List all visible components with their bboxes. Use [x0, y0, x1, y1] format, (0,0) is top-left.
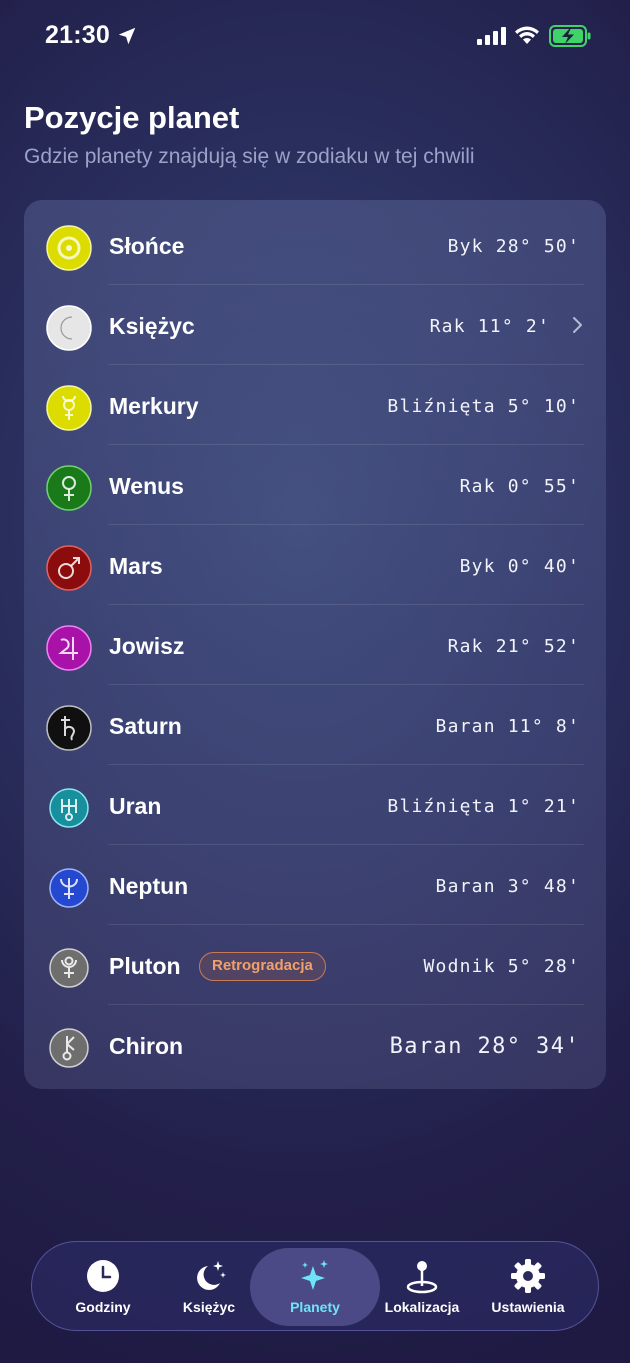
tab-label: Ustawienia — [491, 1299, 565, 1315]
saturn-icon — [46, 705, 92, 751]
tab-label: Księżyc — [182, 1299, 236, 1315]
retrograde-badge: Retrogradacja — [199, 952, 326, 981]
planet-row-pluto[interactable]: Pluton Retrogradacja Wodnik 5° 28' — [24, 925, 606, 1005]
moon-stars-icon — [197, 1261, 226, 1290]
planet-position: Byk 28° 50' — [447, 236, 580, 257]
planet-position: Bliźnięta 1° 21' — [387, 796, 580, 817]
planet-row-moon[interactable]: Księżyc Rak 11° 2' — [24, 285, 606, 365]
planet-row-saturn[interactable]: Saturn Baran 11° 8' — [24, 685, 606, 765]
planet-row-neptune[interactable]: Neptun Baran 3° 48' — [24, 845, 606, 925]
tab-godziny[interactable]: Godziny — [48, 1242, 158, 1330]
planet-name: Uran — [109, 793, 162, 819]
planet-name: Saturn — [109, 713, 182, 739]
moon-icon — [46, 305, 92, 351]
wifi-icon — [515, 26, 539, 44]
pluto-icon — [49, 948, 89, 988]
planet-row-mars[interactable]: Mars Byk 0° 40' — [24, 525, 606, 605]
location-pin-icon — [406, 1261, 438, 1294]
planet-row-venus[interactable]: Wenus Rak 0° 55' — [24, 445, 606, 525]
jupiter-icon — [46, 625, 92, 671]
planet-name: Chiron — [109, 1033, 184, 1059]
page-title: Pozycje planet — [24, 100, 240, 135]
location-arrow-icon — [118, 27, 136, 45]
planet-row-jupiter[interactable]: Jowisz Rak 21° 52' — [24, 605, 606, 685]
planet-position: Rak 21° 52' — [447, 636, 580, 657]
mars-icon — [46, 545, 92, 591]
planet-name: Słońce — [109, 233, 185, 259]
planet-position: Rak 0° 55' — [459, 476, 580, 497]
status-bar: 21:30 — [0, 0, 630, 72]
planet-row-chiron[interactable]: Chiron Baran 28° 34' — [24, 1005, 606, 1085]
neptune-icon — [49, 868, 89, 908]
planet-position: Baran 3° 48' — [435, 876, 580, 897]
planet-name: Pluton — [109, 953, 181, 979]
gear-icon — [511, 1259, 545, 1293]
planet-position: Wodnik 5° 28' — [423, 956, 580, 977]
planet-list: Słońce Byk 28° 50' Księżyc Rak 11° 2' Me… — [24, 200, 606, 1089]
tab-lokalizacja[interactable]: Lokalizacja — [367, 1242, 477, 1330]
planet-row-uranus[interactable]: Uran Bliźnięta 1° 21' — [24, 765, 606, 845]
clock-icon — [87, 1260, 119, 1292]
planet-position: Rak 11° 2' — [429, 316, 550, 337]
chiron-icon — [49, 1028, 89, 1068]
tab-label: Godziny — [75, 1299, 131, 1315]
planet-name: Księżyc — [109, 313, 195, 339]
tab-ustawienia[interactable]: Ustawienia — [473, 1242, 583, 1330]
tab-label: Lokalizacja — [384, 1299, 460, 1315]
planet-name: Wenus — [109, 473, 184, 499]
planet-row-mercury[interactable]: Merkury Bliźnięta 5° 10' — [24, 365, 606, 445]
planet-position: Baran 28° 34' — [389, 1034, 580, 1059]
tab-label: Planety — [290, 1299, 340, 1315]
planet-name: Neptun — [109, 873, 189, 899]
uranus-icon — [49, 788, 89, 828]
cellular-signal-icon — [477, 27, 506, 45]
tab-bar: Godziny Księżyc Planety Lokalizacja Usta… — [31, 1241, 599, 1331]
page-subtitle: Gdzie planety znajdują się w zodiaku w t… — [24, 145, 475, 168]
sun-icon — [46, 225, 92, 271]
planet-name: Jowisz — [109, 633, 185, 659]
status-time: 21:30 — [45, 21, 110, 49]
chevron-right-icon[interactable] — [570, 316, 584, 334]
battery-charging-icon — [549, 25, 591, 47]
sparkles-icon — [301, 1260, 328, 1290]
planet-name: Merkury — [109, 393, 199, 419]
planet-position: Baran 11° 8' — [435, 716, 580, 737]
planet-row-sun[interactable]: Słońce Byk 28° 50' — [24, 205, 606, 285]
mercury-icon — [46, 385, 92, 431]
venus-icon — [46, 465, 92, 511]
planet-position: Byk 0° 40' — [459, 556, 580, 577]
planet-position: Bliźnięta 5° 10' — [387, 396, 580, 417]
tab-planety[interactable]: Planety — [250, 1248, 380, 1326]
tab-ksiezyc[interactable]: Księżyc — [154, 1242, 264, 1330]
planet-name: Mars — [109, 553, 163, 579]
